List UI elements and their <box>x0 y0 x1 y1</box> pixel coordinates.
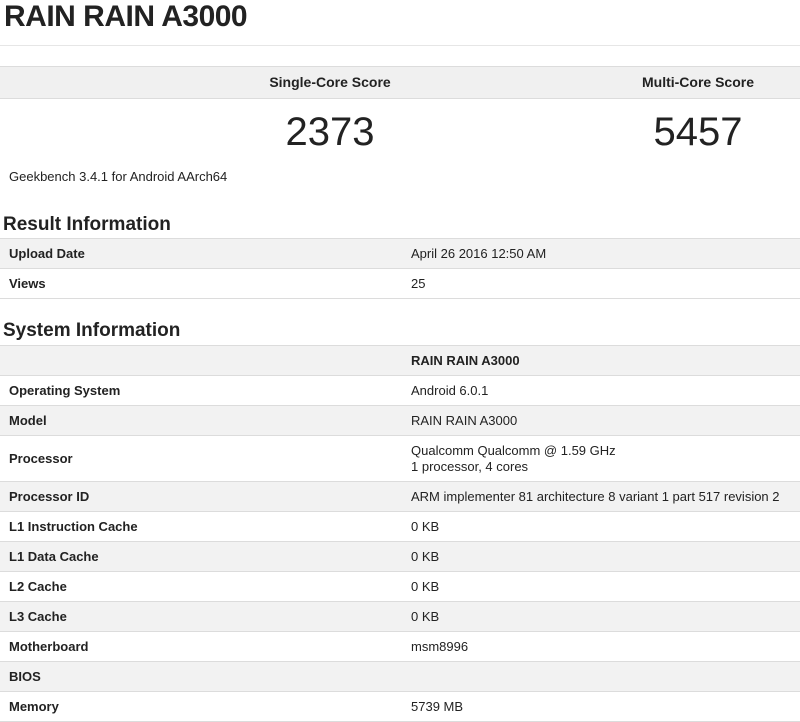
table-row: L1 Instruction Cache 0 KB <box>0 511 800 542</box>
bios-label: BIOS <box>0 661 403 692</box>
result-information-table: Upload Date April 26 2016 12:50 AM Views… <box>0 238 800 299</box>
table-row: Motherboard msm8996 <box>0 631 800 662</box>
single-core-label: Single-Core Score <box>269 74 391 90</box>
benchmark-version: Geekbench 3.4.1 for Android AArch64 <box>9 169 228 184</box>
system-header-blank <box>0 345 403 376</box>
bios-value <box>403 661 800 692</box>
l1-instruction-cache-value: 0 KB <box>403 511 800 542</box>
l2-cache-value: 0 KB <box>403 571 800 602</box>
single-core-score: 2373 <box>285 110 375 154</box>
views-value: 25 <box>403 268 800 299</box>
system-information-table: RAIN RAIN A3000 Operating System Android… <box>0 345 800 722</box>
table-row: Processor ID ARM implementer 81 architec… <box>0 481 800 512</box>
l3-cache-label: L3 Cache <box>0 601 403 632</box>
upload-date-label: Upload Date <box>0 238 403 269</box>
model-value: RAIN RAIN A3000 <box>403 405 800 436</box>
memory-value: 5739 MB <box>403 691 800 722</box>
table-row: L2 Cache 0 KB <box>0 571 800 602</box>
table-row: Operating System Android 6.0.1 <box>0 375 800 406</box>
table-row: Upload Date April 26 2016 12:50 AM <box>0 238 800 269</box>
views-label: Views <box>0 268 403 299</box>
table-row: BIOS <box>0 661 800 692</box>
system-header-device: RAIN RAIN A3000 <box>403 345 800 376</box>
motherboard-label: Motherboard <box>0 631 403 662</box>
table-row: L1 Data Cache 0 KB <box>0 541 800 572</box>
table-row: Processor Qualcomm Qualcomm @ 1.59 GHz 1… <box>0 435 800 482</box>
table-header-row: RAIN RAIN A3000 <box>0 345 800 376</box>
processor-id-label: Processor ID <box>0 481 403 512</box>
processor-label: Processor <box>0 435 403 482</box>
table-row: Model RAIN RAIN A3000 <box>0 405 800 436</box>
l2-cache-label: L2 Cache <box>0 571 403 602</box>
memory-label: Memory <box>0 691 403 722</box>
processor-cores: 1 processor, 4 cores <box>411 458 529 474</box>
upload-date-value: April 26 2016 12:50 AM <box>403 238 800 269</box>
table-row: Memory 5739 MB <box>0 691 800 722</box>
os-value: Android 6.0.1 <box>403 375 800 406</box>
model-label: Model <box>0 405 403 436</box>
multi-core-score: 5457 <box>653 110 743 154</box>
motherboard-value: msm8996 <box>403 631 800 662</box>
title-divider <box>0 45 800 46</box>
table-row: L3 Cache 0 KB <box>0 601 800 632</box>
processor-name: Qualcomm Qualcomm @ 1.59 GHz <box>411 442 616 458</box>
system-information-title: System Information <box>3 320 181 341</box>
result-information-title: Result Information <box>3 214 171 235</box>
l3-cache-value: 0 KB <box>403 601 800 632</box>
l1-instruction-cache-label: L1 Instruction Cache <box>0 511 403 542</box>
table-row: Views 25 <box>0 268 800 299</box>
l1-data-cache-value: 0 KB <box>403 541 800 572</box>
page-title: RAIN RAIN A3000 <box>4 0 248 33</box>
os-label: Operating System <box>0 375 403 406</box>
processor-value: Qualcomm Qualcomm @ 1.59 GHz 1 processor… <box>403 435 800 482</box>
processor-id-value: ARM implementer 81 architecture 8 varian… <box>403 481 800 512</box>
multi-core-label: Multi-Core Score <box>641 74 754 90</box>
l1-data-cache-label: L1 Data Cache <box>0 541 403 572</box>
score-header: Single-Core Score Multi-Core Score <box>0 66 800 99</box>
